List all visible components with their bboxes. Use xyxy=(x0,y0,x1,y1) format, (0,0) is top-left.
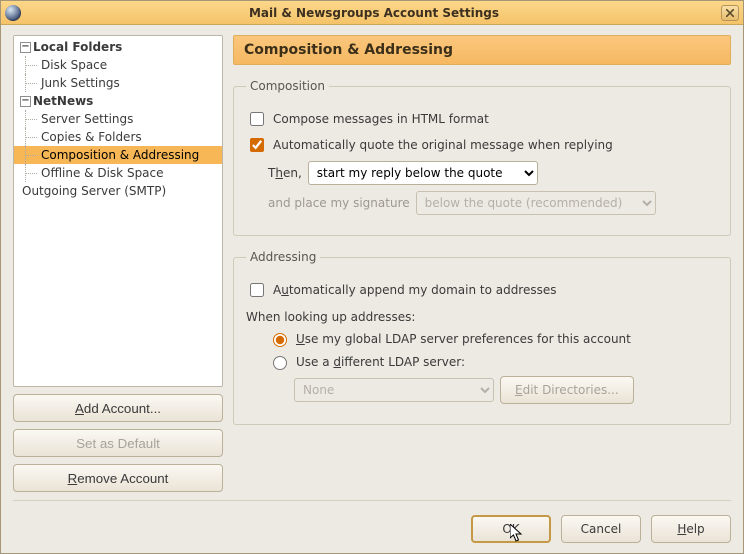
remove-account-button[interactable]: Remove Account xyxy=(13,464,223,492)
tree-node-server-settings[interactable]: Server Settings xyxy=(14,110,222,128)
titlebar: Mail & Newsgroups Account Settings xyxy=(1,1,743,25)
ldap-different-input[interactable] xyxy=(273,356,287,370)
ldap-global-input[interactable] xyxy=(273,333,287,347)
composition-group: Composition Compose messages in HTML for… xyxy=(233,79,731,236)
ldap-global-radio[interactable]: Use my global LDAP server preferences fo… xyxy=(268,330,631,347)
ok-button[interactable]: OK xyxy=(471,515,551,543)
ldap-global-label: Use my global LDAP server preferences fo… xyxy=(296,332,631,346)
accounts-tree[interactable]: − Local Folders Disk Space Junk Settings… xyxy=(13,35,223,387)
auto-quote-checkbox[interactable]: Automatically quote the original message… xyxy=(246,135,613,155)
tree-node-offline-disk-space[interactable]: Offline & Disk Space xyxy=(14,164,222,182)
tree-label: Composition & Addressing xyxy=(41,146,199,164)
tree-line-icon xyxy=(25,128,41,146)
tree-label: Copies & Folders xyxy=(41,128,142,146)
tree-label: Disk Space xyxy=(41,56,107,74)
tree-label: Local Folders xyxy=(33,38,122,56)
signature-label: and place my signature xyxy=(268,196,410,210)
tree-node-copies-folders[interactable]: Copies & Folders xyxy=(14,128,222,146)
set-default-button: Set as Default xyxy=(13,429,223,457)
panel-title: Composition & Addressing xyxy=(233,35,731,65)
tree-line-icon xyxy=(25,164,41,182)
edit-directories-button: Edit Directories... xyxy=(500,376,634,404)
auto-quote-label: Automatically quote the original message… xyxy=(273,138,613,152)
app-icon xyxy=(5,5,21,21)
tree-label: Offline & Disk Space xyxy=(41,164,164,182)
tree-node-junk-settings[interactable]: Junk Settings xyxy=(14,74,222,92)
compose-html-input[interactable] xyxy=(250,112,264,126)
expander-icon[interactable]: − xyxy=(20,42,31,53)
tree-line-icon xyxy=(25,74,41,92)
tree-node-disk-space[interactable]: Disk Space xyxy=(14,56,222,74)
tree-node-composition-addressing[interactable]: Composition & Addressing xyxy=(14,146,222,164)
tree-label: Junk Settings xyxy=(41,74,120,92)
dialog-footer: OK Cancel Help xyxy=(13,505,731,543)
ldap-different-label: Use a different LDAP server: xyxy=(296,355,465,369)
auto-domain-label: Automatically append my domain to addres… xyxy=(273,283,557,297)
expander-icon[interactable]: − xyxy=(20,96,31,107)
auto-domain-input[interactable] xyxy=(250,283,264,297)
lookup-addresses-label: When looking up addresses: xyxy=(246,310,415,324)
ldap-server-select: None xyxy=(294,378,494,402)
addressing-legend: Addressing xyxy=(246,250,320,264)
separator xyxy=(13,500,731,501)
signature-position-select: below the quote (recommended) xyxy=(416,191,656,215)
account-settings-window: Mail & Newsgroups Account Settings − Loc… xyxy=(0,0,744,554)
addressing-group: Addressing Automatically append my domai… xyxy=(233,250,731,425)
cancel-button[interactable]: Cancel xyxy=(561,515,641,543)
add-account-button[interactable]: Add Account... xyxy=(13,394,223,422)
close-button[interactable] xyxy=(721,5,739,21)
tree-line-icon xyxy=(25,110,41,128)
accounts-sidebar: − Local Folders Disk Space Junk Settings… xyxy=(13,35,223,492)
tree-node-smtp[interactable]: Outgoing Server (SMTP) xyxy=(14,182,222,200)
tree-node-netnews[interactable]: − NetNews xyxy=(14,92,222,110)
ldap-different-radio[interactable]: Use a different LDAP server: xyxy=(268,353,465,370)
settings-panel: Composition & Addressing Composition Com… xyxy=(233,35,731,492)
compose-html-checkbox[interactable]: Compose messages in HTML format xyxy=(246,109,489,129)
tree-node-local-folders[interactable]: − Local Folders xyxy=(14,38,222,56)
tree-label: Outgoing Server (SMTP) xyxy=(22,182,166,200)
composition-legend: Composition xyxy=(246,79,329,93)
then-label: Then, xyxy=(268,166,302,180)
compose-html-label: Compose messages in HTML format xyxy=(273,112,489,126)
close-icon xyxy=(726,9,734,17)
tree-label: NetNews xyxy=(33,92,93,110)
help-button[interactable]: Help xyxy=(651,515,731,543)
auto-domain-checkbox[interactable]: Automatically append my domain to addres… xyxy=(246,280,557,300)
tree-line-icon xyxy=(25,56,41,74)
tree-line-icon xyxy=(25,146,41,164)
reply-position-select[interactable]: start my reply below the quote xyxy=(308,161,538,185)
auto-quote-input[interactable] xyxy=(250,138,264,152)
window-title: Mail & Newsgroups Account Settings xyxy=(27,6,721,20)
tree-label: Server Settings xyxy=(41,110,133,128)
